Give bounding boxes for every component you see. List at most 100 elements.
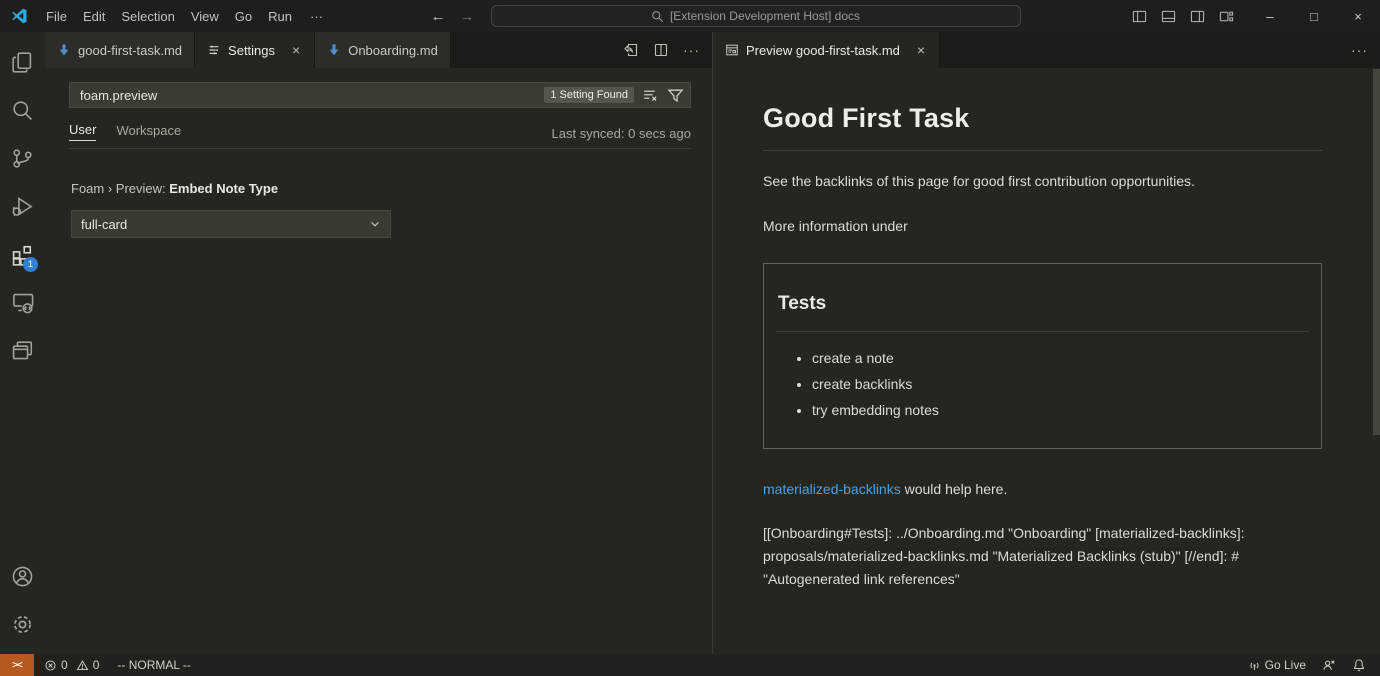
customize-layout-icon[interactable] (1219, 9, 1234, 24)
remote-explorer-icon[interactable] (0, 278, 45, 326)
error-count: 0 (61, 658, 68, 672)
go-live-item[interactable]: Go Live (1242, 654, 1312, 676)
vim-mode-item[interactable]: -- NORMAL -- (111, 654, 197, 676)
search-icon (651, 10, 664, 23)
menu-overflow-icon[interactable]: ··· (300, 5, 333, 28)
filter-icon[interactable] (667, 87, 684, 104)
editor-group-right: Preview good-first-task.md × ··· Good Fi… (713, 32, 1380, 654)
tab-label: good-first-task.md (78, 43, 182, 58)
statusbar-right: Go Live (1242, 654, 1380, 676)
title-bar: File Edit Selection View Go Run ··· ← → … (0, 0, 1380, 32)
list-item: create a note (812, 348, 1309, 369)
preview-scrollbar[interactable] (1373, 69, 1380, 435)
menu-bar: File Edit Selection View Go Run ··· (38, 5, 333, 28)
card-list: create a note create backlinks try embed… (776, 348, 1309, 421)
card-title-rule (776, 331, 1309, 332)
list-item: try embedding notes (812, 400, 1309, 421)
settings-editor: 1 Setting Found User Workspace (45, 68, 712, 238)
close-window-icon[interactable]: × (1336, 0, 1380, 32)
maximize-icon[interactable]: □ (1292, 0, 1336, 32)
more-actions-icon[interactable]: ··· (1351, 42, 1368, 58)
embed-note-type-select[interactable]: full-card (71, 210, 391, 238)
settings-gear-icon[interactable] (0, 600, 45, 648)
vscode-window: File Edit Selection View Go Run ··· ← → … (0, 0, 1380, 676)
open-preview-icon[interactable] (623, 42, 639, 58)
vim-mode-label: -- NORMAL -- (117, 658, 191, 672)
command-center-search[interactable]: [Extension Development Host] docs (491, 5, 1021, 27)
tab-label: Preview good-first-task.md (746, 43, 900, 58)
search-sidebar-icon[interactable] (0, 86, 45, 134)
results-count-badge: 1 Setting Found (544, 87, 634, 103)
split-editor-icon[interactable] (653, 42, 669, 58)
windows-icon[interactable] (0, 326, 45, 374)
broadcast-icon (1248, 659, 1261, 672)
more-actions-icon[interactable]: ··· (683, 42, 700, 58)
go-live-label: Go Live (1265, 658, 1306, 672)
editor-groups: good-first-task.md Settings × Onboardi (45, 32, 1380, 654)
problems-item[interactable]: 0 0 (38, 654, 105, 676)
vscode-logo-icon (10, 7, 28, 25)
history-nav: ← → (431, 8, 475, 25)
tab-good-first-task[interactable]: good-first-task.md (45, 32, 195, 68)
menu-run[interactable]: Run (260, 5, 300, 28)
link-suffix: would help here. (901, 481, 1008, 497)
materialized-backlinks-link[interactable]: materialized-backlinks (763, 481, 901, 497)
scope-tab-user[interactable]: User (69, 122, 96, 141)
settings-editor-icon (207, 43, 221, 57)
editor-actions-left: ··· (611, 32, 712, 68)
tab-onboarding[interactable]: Onboarding.md (315, 32, 451, 68)
feedback-person-icon (1322, 658, 1336, 672)
scope-tab-workspace[interactable]: Workspace (116, 123, 181, 141)
back-icon[interactable]: ← (431, 8, 446, 25)
toggle-secondary-sidebar-icon[interactable] (1190, 9, 1205, 24)
forward-icon: → (460, 8, 475, 25)
bell-icon (1352, 658, 1366, 672)
preview-icon (725, 43, 739, 57)
settings-search-input[interactable] (78, 87, 544, 104)
tab-bar-left: good-first-task.md Settings × Onboardi (45, 32, 712, 68)
menu-selection[interactable]: Selection (113, 5, 182, 28)
card-title: Tests (778, 290, 1309, 319)
chevron-down-icon (368, 217, 382, 231)
activity-bar: 1 (0, 32, 45, 654)
account-icon[interactable] (0, 552, 45, 600)
markdown-icon (327, 43, 341, 57)
editor-actions-right: ··· (1339, 32, 1380, 68)
preview-title: Good First Task (763, 98, 1322, 139)
toggle-sidebar-icon[interactable] (1132, 9, 1147, 24)
notifications-item[interactable] (1346, 654, 1372, 676)
explorer-icon[interactable] (0, 38, 45, 86)
window-controls: – □ × (1248, 0, 1380, 32)
status-bar: >< 0 0 -- NORMAL -- (0, 654, 1380, 676)
settings-search-row: 1 Setting Found (69, 82, 691, 108)
clear-search-icon[interactable] (642, 87, 659, 104)
toggle-panel-icon[interactable] (1161, 9, 1176, 24)
tab-settings[interactable]: Settings × (195, 32, 315, 68)
setting-row: Foam › Preview: Embed Note Type full-car… (69, 181, 691, 238)
warning-count: 0 (93, 658, 100, 672)
layout-controls (1118, 9, 1248, 24)
minimize-icon[interactable]: – (1248, 0, 1292, 32)
error-icon (44, 659, 57, 672)
markdown-icon (57, 43, 71, 57)
extensions-badge: 1 (23, 257, 38, 272)
menu-edit[interactable]: Edit (75, 5, 113, 28)
run-debug-icon[interactable] (0, 182, 45, 230)
menu-view[interactable]: View (183, 5, 227, 28)
command-center-label: [Extension Development Host] docs (670, 9, 860, 23)
close-tab-icon[interactable]: × (290, 42, 302, 58)
extensions-icon[interactable]: 1 (0, 230, 45, 278)
close-tab-icon[interactable]: × (915, 42, 927, 58)
markdown-preview: Good First Task See the backlinks of thi… (713, 68, 1380, 591)
menu-go[interactable]: Go (227, 5, 260, 28)
setting-category: Foam › Preview: (71, 181, 169, 196)
menu-file[interactable]: File (38, 5, 75, 28)
link-paragraph: materialized-backlinks would help here. (763, 479, 1322, 500)
tab-label: Onboarding.md (348, 43, 438, 58)
more-info-paragraph: More information under (763, 216, 1322, 237)
remote-indicator[interactable]: >< (0, 654, 34, 676)
source-control-icon[interactable] (0, 134, 45, 182)
tab-preview-good-first-task[interactable]: Preview good-first-task.md × (713, 32, 940, 68)
feedback-item[interactable] (1316, 654, 1342, 676)
embedded-note-card: Tests create a note create backlinks try… (763, 263, 1322, 450)
